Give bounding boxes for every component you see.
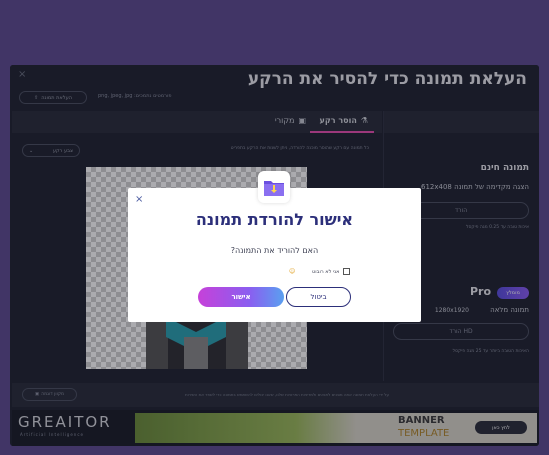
folder-download-icon	[258, 171, 290, 203]
captcha-checkbox-row[interactable]: אני לא רובוט	[312, 268, 350, 275]
smiley-icon: ☺	[289, 268, 296, 275]
close-icon[interactable]: ×	[135, 194, 143, 205]
download-confirm-dialog: × אישור להורדת תמונה האם להוריד את התמונ…	[128, 171, 421, 322]
dialog-title: אישור להורדת תמונה	[195, 210, 354, 229]
confirm-button[interactable]: אישור	[198, 287, 284, 307]
cancel-button[interactable]: ביטול	[286, 287, 351, 307]
captcha-label: אני לא רובוט	[312, 268, 340, 275]
dialog-question: האם להוריד את התמונה?	[230, 246, 319, 255]
captcha-checkbox[interactable]	[342, 268, 350, 275]
